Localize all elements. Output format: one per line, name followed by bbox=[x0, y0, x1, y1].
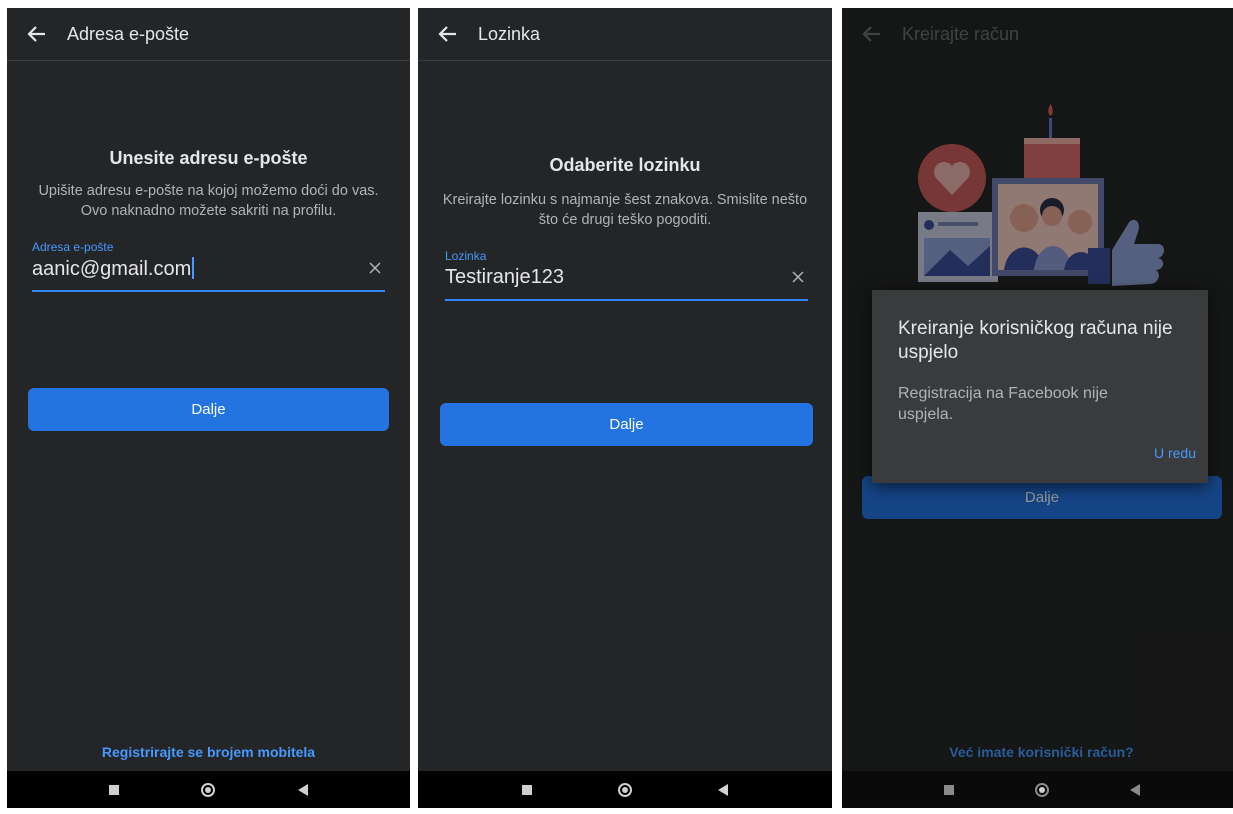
circle-icon bbox=[618, 782, 632, 797]
email-field-label: Adresa e-pošte bbox=[32, 240, 114, 254]
system-navbar bbox=[418, 771, 832, 808]
back-button[interactable] bbox=[7, 8, 67, 60]
password-field-label: Lozinka bbox=[445, 249, 487, 263]
app-header: Lozinka bbox=[418, 8, 832, 61]
email-screen: Adresa e-pošte Unesite adresu e-pošte Up… bbox=[7, 8, 410, 808]
create-account-screen: Kreirajte račun Dalje Već imate korisnič… bbox=[842, 8, 1233, 808]
field-underline bbox=[445, 299, 808, 301]
triangle-back-icon bbox=[297, 783, 308, 796]
email-field-value-wrap: aanic@gmail.com bbox=[32, 257, 195, 281]
nav-back-button[interactable] bbox=[703, 771, 743, 808]
square-icon bbox=[943, 784, 954, 795]
circle-icon bbox=[1034, 782, 1049, 797]
next-button[interactable]: Dalje bbox=[28, 388, 389, 431]
email-field-value: aanic@gmail.com bbox=[32, 258, 192, 280]
nav-recents-button[interactable] bbox=[94, 771, 134, 808]
dialog-message: Registracija na Facebook nije uspjela. bbox=[898, 385, 1108, 423]
email-field[interactable]: Adresa e-pošte aanic@gmail.com bbox=[32, 240, 385, 292]
nav-recents-button[interactable] bbox=[507, 771, 547, 808]
square-icon bbox=[522, 784, 532, 795]
dialog-title: Kreiranje korisničkog računa nije uspjel… bbox=[898, 318, 1173, 363]
description: Kreirajte lozinku s najmanje šest znakov… bbox=[442, 192, 808, 228]
next-button[interactable]: Dalje bbox=[440, 403, 813, 446]
field-underline bbox=[32, 290, 385, 292]
app-header: Adresa e-pošte bbox=[7, 8, 410, 61]
nav-back-button[interactable] bbox=[283, 771, 323, 808]
nav-back-button[interactable] bbox=[1115, 771, 1155, 808]
heading: Odaberite lozinku bbox=[549, 155, 701, 175]
triangle-back-icon bbox=[718, 783, 728, 796]
dialog-ok-button[interactable]: U redu bbox=[1154, 445, 1196, 461]
page-title: Adresa e-pošte bbox=[67, 23, 190, 44]
description: Upišite adresu e-pošte na kojoj možemo d… bbox=[38, 183, 379, 219]
triangle-back-icon bbox=[1129, 783, 1140, 796]
square-icon bbox=[109, 784, 120, 795]
password-field[interactable]: Lozinka Testiranje123 bbox=[445, 249, 808, 301]
system-navbar bbox=[7, 771, 410, 808]
password-field-value: Testiranje123 bbox=[445, 266, 564, 288]
back-button[interactable] bbox=[418, 8, 478, 60]
password-screen: Lozinka Odaberite lozinku Kreirajte lozi… bbox=[418, 8, 832, 808]
error-dialog: Kreiranje korisničkog računa nije uspjel… bbox=[872, 290, 1208, 483]
clear-button[interactable] bbox=[365, 258, 385, 278]
text-caret bbox=[192, 257, 195, 279]
system-navbar bbox=[842, 771, 1233, 808]
heading: Unesite adresu e-pošte bbox=[109, 148, 308, 168]
close-icon bbox=[792, 271, 804, 283]
nav-home-button[interactable] bbox=[605, 771, 645, 808]
back-arrow-icon bbox=[27, 26, 45, 42]
nav-home-button[interactable] bbox=[188, 771, 228, 808]
circle-icon bbox=[201, 782, 216, 797]
page-title: Lozinka bbox=[478, 23, 541, 44]
register-phone-link[interactable]: Registrirajte se brojem mobitela bbox=[7, 744, 410, 760]
nav-recents-button[interactable] bbox=[929, 771, 969, 808]
clear-button[interactable] bbox=[788, 267, 808, 287]
back-arrow-icon bbox=[438, 26, 456, 42]
close-icon bbox=[369, 262, 381, 274]
nav-home-button[interactable] bbox=[1022, 771, 1062, 808]
